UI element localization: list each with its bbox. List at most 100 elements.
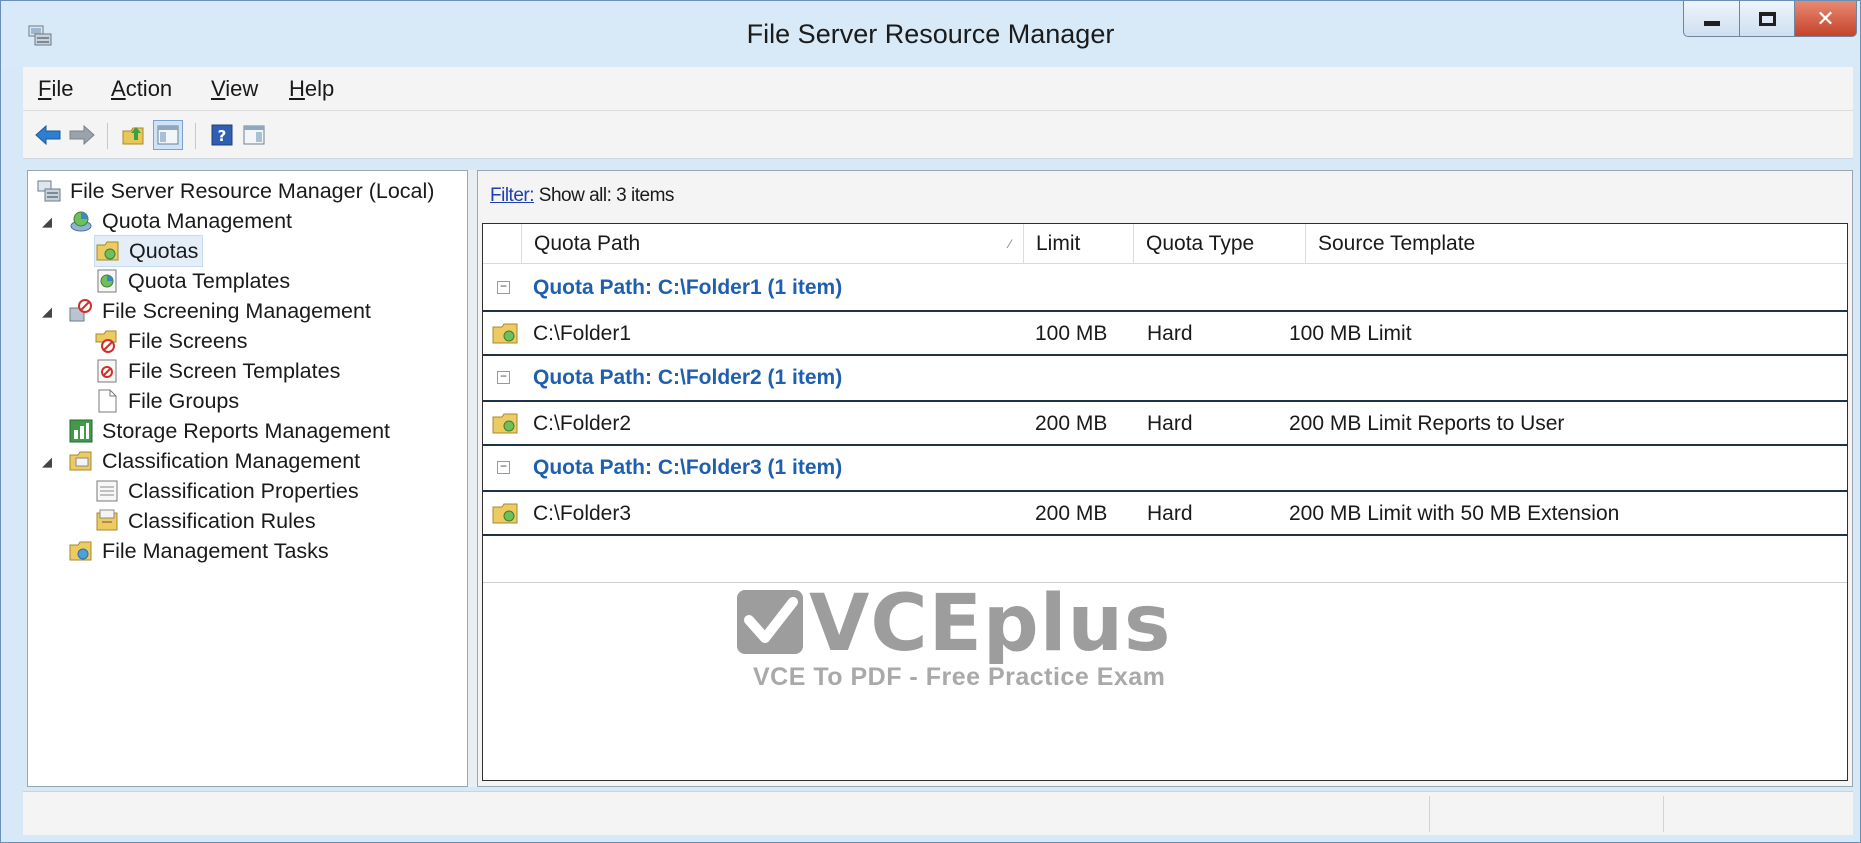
column-header-quota-type[interactable]: Quota Type [1133,224,1305,264]
tree-node-classification-rules[interactable]: Classification Rules [94,505,316,537]
tree-node-label: Storage Reports Management [102,418,391,443]
tree-node-file-groups[interactable]: File Groups [94,385,239,417]
tree-node-label: File Screen Templates [128,358,341,383]
file-screening-icon [69,299,92,322]
back-button[interactable] [33,120,63,150]
server-icon [37,180,61,202]
tree-node-file-screens[interactable]: File Screens [94,325,248,357]
show-hide-console-tree-button[interactable] [153,120,183,150]
collapse-group-icon[interactable]: − [497,370,510,384]
tree-node-label: File Groups [128,388,240,413]
tree-node-storage-reports-management[interactable]: Storage Reports Management [68,415,390,447]
collapse-arrow-icon[interactable]: ◢ [42,214,52,230]
menu-help[interactable]: Help [289,76,334,102]
classification-icon [69,451,92,471]
status-bar-divider [1429,796,1430,832]
forward-arrow-icon [69,124,95,146]
status-bar-divider [1663,796,1664,832]
menu-file-accelerator: F [38,76,52,101]
menu-file[interactable]: File [38,76,73,102]
collapse-arrow-icon[interactable]: ◢ [42,454,52,470]
classification-properties-icon [96,480,118,502]
table-row[interactable]: C:\Folder3 200 MB Hard 200 MB Limit with… [483,490,1847,536]
help-button[interactable]: ? [207,120,237,150]
minimize-button[interactable] [1683,1,1739,37]
toolbar-separator [107,123,108,149]
cell-limit: 200 MB [1035,502,1108,525]
file-management-tasks-icon [69,541,92,561]
collapse-group-icon[interactable]: − [497,460,510,474]
show-hide-console-tree-icon [157,125,179,145]
cell-limit: 100 MB [1035,322,1108,345]
menu-action-accelerator: A [111,76,126,101]
app-window: File Server Resource Manager ✕ File Acti… [0,0,1861,843]
minimize-icon [1703,21,1720,26]
sort-ascending-icon: ⁄ [1008,237,1011,251]
tree-node-label: Quotas [129,238,199,263]
group-header[interactable]: − Quota Path: C:\Folder1 (1 item) [483,266,1847,310]
tree-node-quota-templates[interactable]: Quota Templates [94,265,290,297]
table-row[interactable]: C:\Folder1 100 MB Hard 100 MB Limit [483,310,1847,356]
close-button[interactable]: ✕ [1795,1,1857,37]
cell-source-template: 200 MB Limit with 50 MB Extension [1289,502,1620,525]
close-icon: ✕ [1816,5,1835,31]
cell-source-template: 200 MB Limit Reports to User [1289,412,1565,435]
classification-rules-icon [96,509,118,531]
tree-node-file-management-tasks[interactable]: File Management Tasks [68,535,329,567]
tree-node-root[interactable]: File Server Resource Manager (Local) [36,175,434,207]
group-header[interactable]: − Quota Path: C:\Folder3 (1 item) [483,446,1847,490]
tree-node-label: Classification Management [102,448,361,473]
column-header-quota-path[interactable]: Quota Path ⁄ [521,224,1023,264]
table-row[interactable]: C:\Folder2 200 MB Hard 200 MB Limit Repo… [483,400,1847,446]
action-pane-button[interactable] [239,120,269,150]
window-title: File Server Resource Manager [746,19,1115,49]
tree-node-quotas[interactable]: Quotas [94,235,204,267]
results-pane: Filter: Show all: 3 items Quota Path ⁄ L… [477,170,1853,787]
menu-view-label: iew [225,76,259,101]
column-header-label: Quota Type [1146,232,1255,255]
maximize-button[interactable] [1739,1,1795,37]
storage-reports-icon [69,419,93,443]
file-screen-icon [95,330,117,353]
forward-button[interactable] [67,120,97,150]
cell-quota-type: Hard [1147,502,1193,525]
file-screen-template-icon [97,359,117,383]
help-icon: ? [211,124,233,146]
tree-node-label: Classification Rules [128,508,316,533]
column-header-label: Limit [1036,232,1081,255]
tree-node-label: Quota Templates [128,268,291,293]
tree-node-quota-management[interactable]: Quota Management [68,205,292,237]
column-header-limit[interactable]: Limit [1023,224,1133,264]
toolbar: ? [23,111,1853,159]
tree-node-label: File Screening Management [102,298,371,323]
cell-quota-path: C:\Folder2 [533,412,632,435]
collapse-group-icon[interactable]: − [497,280,510,294]
tree-node-file-screen-templates[interactable]: File Screen Templates [94,355,340,387]
menu-file-label: ile [51,76,74,101]
toolbar-separator [195,123,196,149]
menu-action[interactable]: Action [111,76,172,102]
collapse-arrow-icon[interactable]: ◢ [42,304,52,320]
maximize-icon [1758,11,1776,26]
quota-template-icon [97,269,117,293]
tree-node-classification-properties[interactable]: Classification Properties [94,475,359,507]
tree-node-label: File Management Tasks [102,538,329,563]
menu-view[interactable]: View [211,76,258,102]
pane-splitter[interactable] [468,170,477,787]
quota-list: Quota Path ⁄ Limit Quota Type Source Tem… [482,223,1848,781]
title-bar[interactable]: File Server Resource Manager ✕ [1,1,1860,67]
group-header[interactable]: − Quota Path: C:\Folder2 (1 item) [483,356,1847,400]
filter-link[interactable]: Filter: [490,185,535,206]
column-header-label: Quota Path [534,232,641,255]
menu-view-accelerator: V [211,76,226,101]
column-header-label: Source Template [1318,232,1476,255]
up-folder-button[interactable] [119,120,149,150]
tree-node-file-screening-management[interactable]: File Screening Management [68,295,371,327]
group-label: Quota Path: C:\Folder2 (1 item) [533,366,843,389]
menu-help-label: elp [304,76,335,101]
tree-node-label: File Server Resource Manager (Local) [70,178,435,203]
filter-bar: Filter: Show all: 3 items [490,185,674,207]
quota-folder-icon [492,503,518,524]
column-header-source-template[interactable]: Source Template [1305,224,1845,264]
tree-node-classification-management[interactable]: Classification Management [68,445,360,477]
